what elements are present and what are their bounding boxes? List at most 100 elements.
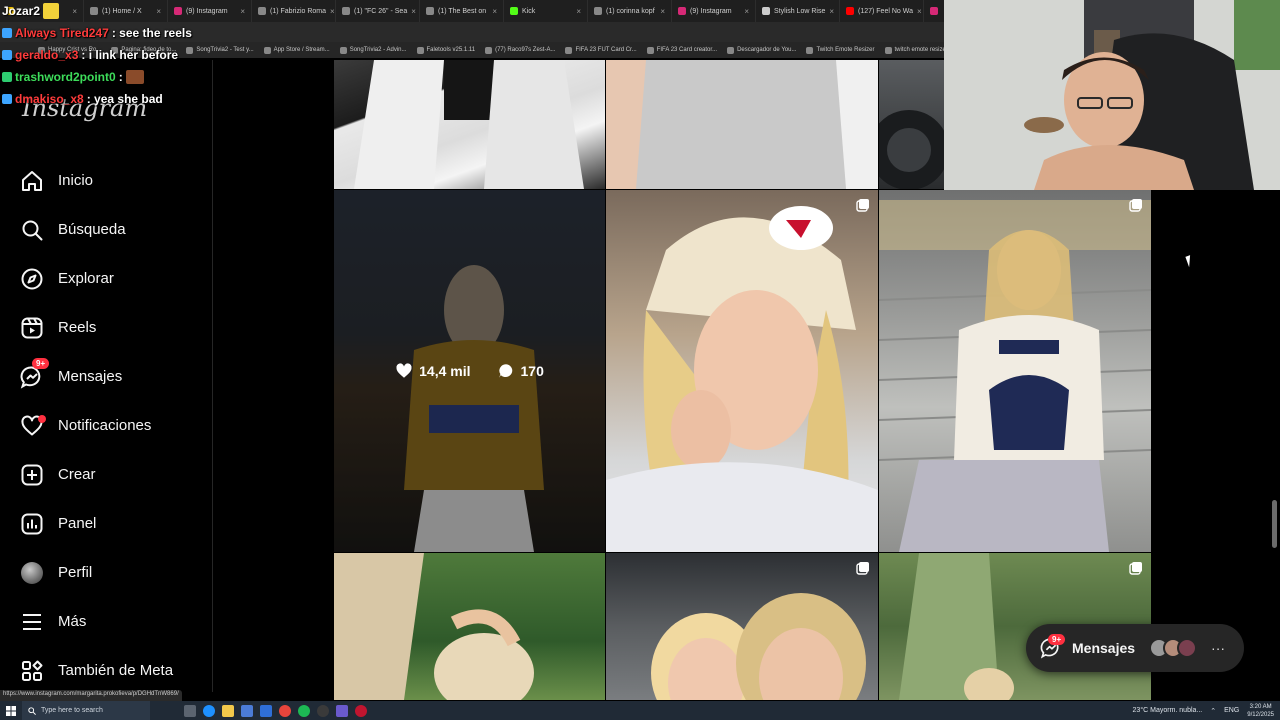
post-tile[interactable]	[606, 190, 878, 552]
comment-filled-icon	[498, 364, 512, 378]
bookmark-item[interactable]: twitch emote resizer...	[884, 46, 944, 54]
tab-favicon-icon	[510, 7, 518, 15]
browser-tab[interactable]: (1) corinna kopf ×	[588, 0, 672, 22]
browser-tab[interactable]: (127) Feel No Wa ×	[840, 0, 924, 22]
yellow-emote-icon	[43, 3, 60, 19]
mail-icon[interactable]	[260, 704, 272, 717]
sidebar-item-reels[interactable]: Reels	[0, 303, 213, 352]
post-hover-overlay: 14,4 mil 170	[334, 190, 605, 552]
post-tile[interactable]	[879, 190, 1151, 552]
tab-favicon-icon	[930, 7, 938, 15]
tab-close-icon[interactable]: ×	[330, 7, 335, 16]
obs-icon[interactable]	[317, 704, 329, 717]
chat-username: Always Tired247	[15, 26, 109, 40]
bookmark-item[interactable]: FIFA 23 Card creator...	[646, 46, 718, 54]
app-icon[interactable]	[336, 704, 348, 717]
taskbar-search-box[interactable]: Type here to search	[22, 701, 150, 720]
chat-text: : see the reels	[111, 26, 192, 40]
task-view-icon[interactable]	[184, 704, 196, 717]
tab-favicon-icon	[594, 7, 602, 15]
sidebar-item-crear[interactable]: Crear	[0, 450, 213, 499]
bookmark-item[interactable]: FIFA 23 FUT Card Cr...	[565, 46, 637, 54]
post-tile[interactable]	[606, 553, 878, 700]
sidebar-item-busqueda[interactable]: Búsqueda	[0, 205, 213, 254]
page-scrollbar[interactable]	[1272, 500, 1277, 548]
sidebar-item-perfil[interactable]: Perfil	[0, 548, 213, 597]
bookmark-favicon-icon	[339, 46, 347, 54]
tab-label: (1) Home / X	[102, 7, 142, 15]
browser-tab[interactable]: Kick ×	[504, 0, 588, 22]
tab-close-icon[interactable]: ×	[240, 7, 245, 16]
taskbar-clock[interactable]: 3:20 AM 9/12/2025	[1247, 703, 1274, 719]
streamer-webcam	[944, 0, 1280, 190]
home-icon	[20, 169, 44, 193]
chat-emote-icon	[125, 70, 144, 84]
sidebar-item-mas[interactable]: Más	[0, 597, 213, 646]
language-indicator[interactable]: ENG	[1224, 707, 1239, 714]
bookmark-label: App Store / Stream...	[273, 47, 330, 53]
likes-count: 14,4 mil	[419, 363, 471, 379]
bookmark-item[interactable]: (77) Raco97s Zest-A...	[485, 46, 556, 54]
compass-icon	[20, 267, 44, 291]
browser-tab[interactable]: (9) Instagram ×	[672, 0, 756, 22]
browser-tab[interactable]: (1) "FC 26" - Sea ×	[336, 0, 420, 22]
sidebar-item-inicio[interactable]: Inicio	[0, 156, 213, 205]
bookmark-favicon-icon	[263, 46, 271, 54]
file-explorer-icon[interactable]	[222, 704, 234, 717]
sidebar-item-panel[interactable]: Panel	[0, 499, 213, 548]
post-tile[interactable]	[334, 553, 605, 700]
tab-close-icon[interactable]: ×	[492, 7, 497, 16]
browser-tab[interactable]: (1) Home / X ×	[84, 0, 168, 22]
sidebar-item-label: Crear	[58, 466, 96, 483]
tab-favicon-icon	[90, 7, 98, 15]
sidebar-item-mensajes[interactable]: Mensajes 9+	[0, 352, 213, 401]
post-tile[interactable]	[334, 60, 605, 189]
browser-tab[interactable]: (1) The Best on ×	[420, 0, 504, 22]
tab-close-icon[interactable]: ×	[411, 7, 416, 16]
sidebar-item-notificaciones[interactable]: Notificaciones	[0, 401, 213, 450]
browser-tab[interactable]: (1) Fabrizio Roma ×	[252, 0, 336, 22]
bookmark-item[interactable]: App Store / Stream...	[263, 46, 330, 54]
comments-stat: 170	[497, 362, 544, 380]
browser-tab[interactable]: (9) Instagram ×	[168, 0, 252, 22]
store-icon[interactable]	[241, 704, 253, 717]
reels-icon	[20, 316, 44, 340]
tab-close-icon[interactable]: ×	[744, 7, 749, 16]
bookmark-label: FIFA 23 Card creator...	[656, 47, 718, 53]
tab-close-icon[interactable]: ×	[917, 7, 922, 16]
avatar	[1177, 638, 1198, 658]
tab-close-icon[interactable]: ×	[829, 7, 834, 16]
post-tile-hovered[interactable]: 14,4 mil 170	[334, 190, 605, 552]
screen: × (1) Home / X × (9) Instagram × (1) Fabrizio…	[0, 0, 1280, 720]
start-button[interactable]	[0, 701, 22, 720]
sidebar-item-explorar[interactable]: Explorar	[0, 254, 213, 303]
tray-chevron-icon[interactable]: ⌃	[1210, 707, 1216, 715]
edge-icon[interactable]	[203, 704, 215, 717]
post-tile[interactable]	[606, 60, 878, 189]
sidebar-item-label: Reels	[58, 319, 97, 336]
stream-overlay-username: Jozar2	[2, 4, 41, 18]
tab-close-icon[interactable]: ×	[576, 7, 581, 16]
browser-tab[interactable]: Stylish Low Rise ×	[756, 0, 840, 22]
bookmark-label: (77) Raco97s Zest-A...	[495, 47, 556, 53]
tab-close-icon[interactable]: ×	[660, 7, 665, 16]
tab-close-icon[interactable]: ×	[156, 7, 161, 16]
notification-badge: 9+	[32, 358, 50, 369]
recent-chat-avatars	[1149, 638, 1198, 658]
bookmark-item[interactable]: SongTrivia2 - Test y...	[186, 46, 254, 54]
weather-text[interactable]: 23°C Mayorm. nubla...	[1133, 707, 1203, 714]
bookmark-item[interactable]: Descargador de You...	[727, 46, 796, 54]
bookmark-item[interactable]: Faletools v25.1.11	[416, 46, 475, 54]
spotify-icon[interactable]	[298, 704, 310, 717]
browser-tab[interactable]: ×	[924, 0, 944, 22]
chrome-icon[interactable]	[279, 704, 291, 717]
stream-overlay-user: Jozar2	[2, 3, 60, 19]
plus-square-icon	[20, 463, 44, 487]
tab-close-icon[interactable]: ×	[72, 7, 77, 16]
bookmark-item[interactable]: Twitch Emote Resizer	[806, 46, 875, 54]
likes-stat: 14,4 mil	[395, 362, 471, 380]
bookmark-item[interactable]: SongTrivia2 - Advin...	[339, 46, 407, 54]
app-icon[interactable]	[355, 704, 367, 717]
messages-popup-button[interactable]: 9+ Mensajes ···	[1026, 624, 1244, 672]
sidebar-item-tambien-de-meta[interactable]: También de Meta	[0, 646, 213, 695]
